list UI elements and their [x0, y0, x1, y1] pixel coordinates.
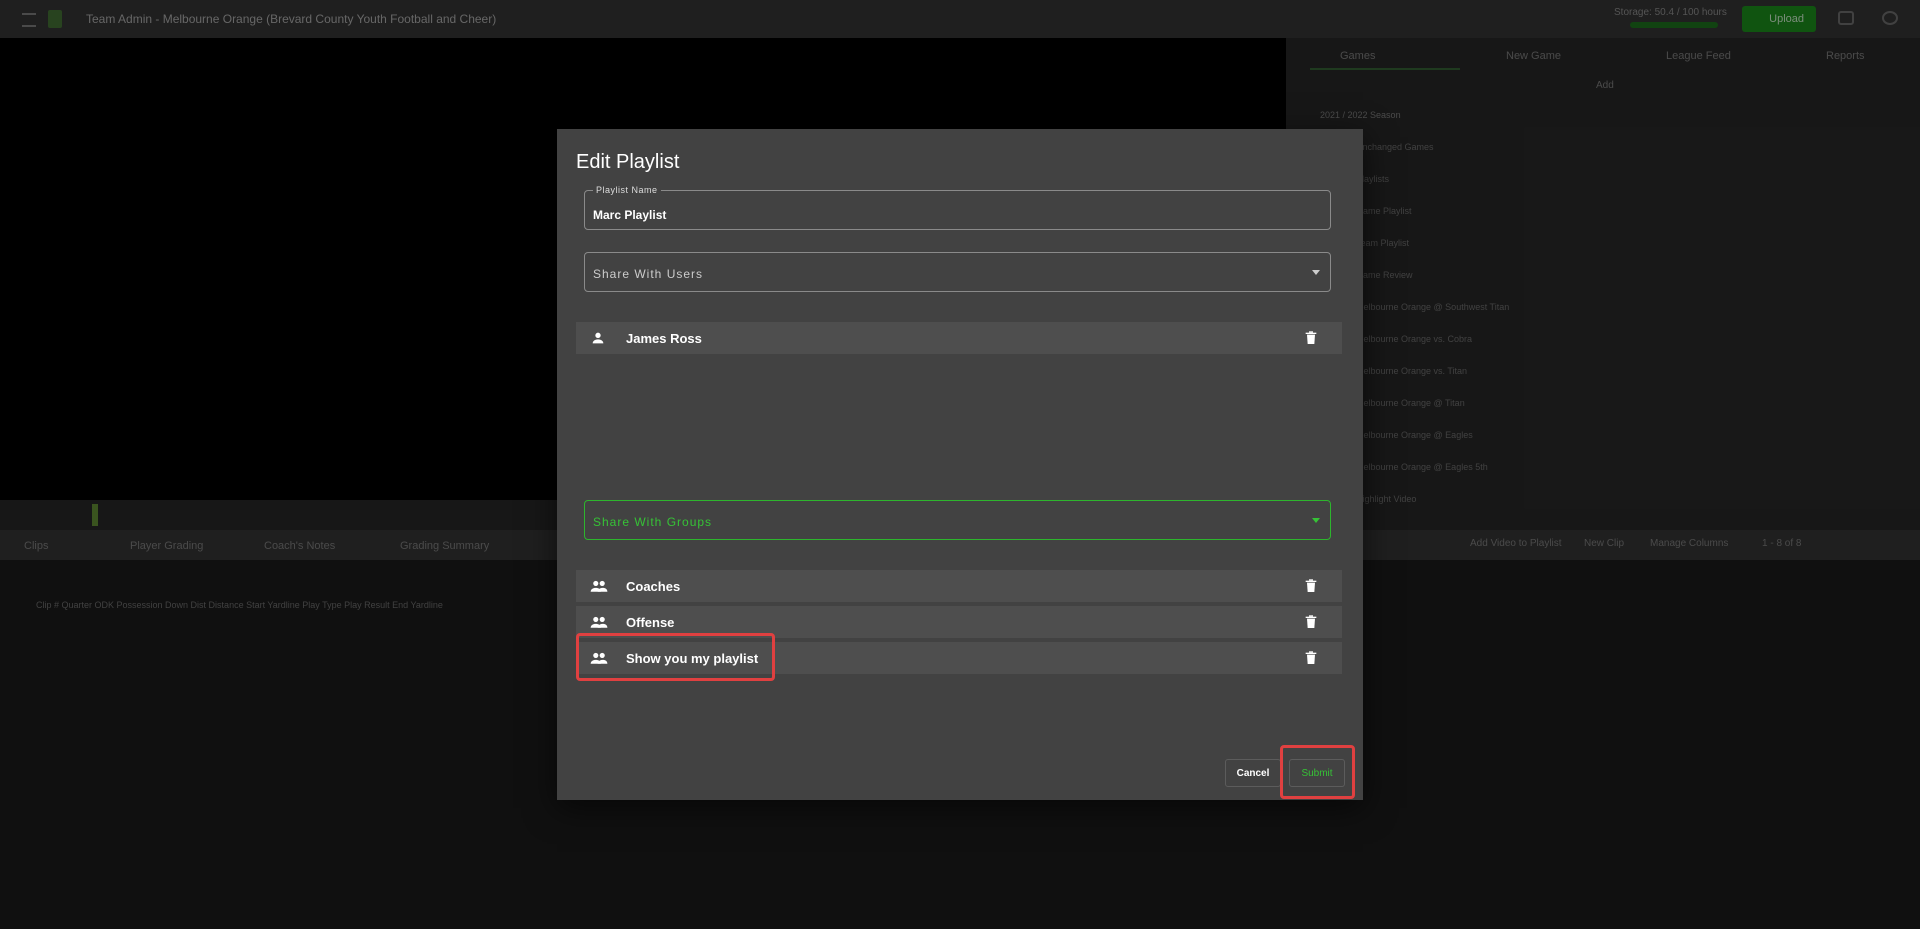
- playlist-name-label: Playlist Name: [593, 185, 661, 195]
- shared-user-item: James Ross: [576, 322, 1342, 354]
- playlist-name-field[interactable]: Playlist Name Marc Playlist: [584, 185, 1331, 230]
- shared-user-name: James Ross: [626, 331, 702, 346]
- delete-group-icon[interactable]: [1303, 649, 1319, 672]
- group-icon: [590, 614, 608, 635]
- share-with-users-select[interactable]: Share With Users: [584, 252, 1331, 292]
- share-with-groups-select[interactable]: Share With Groups: [584, 500, 1331, 540]
- person-icon: [590, 330, 606, 351]
- dialog-title: Edit Playlist: [576, 151, 680, 173]
- share-with-groups-placeholder: Share With Groups: [593, 515, 713, 529]
- highlight-box-submit: [1280, 745, 1355, 799]
- edit-playlist-dialog: Edit Playlist Playlist Name Marc Playlis…: [557, 129, 1363, 800]
- group-icon: [590, 578, 608, 599]
- chevron-down-icon: [1312, 518, 1320, 523]
- shared-group-name: Coaches: [626, 579, 681, 594]
- cancel-button[interactable]: Cancel: [1225, 759, 1281, 787]
- chevron-down-icon: [1312, 270, 1320, 275]
- delete-user-icon[interactable]: [1303, 329, 1319, 352]
- share-with-users-placeholder: Share With Users: [593, 267, 704, 281]
- delete-group-icon[interactable]: [1303, 577, 1319, 600]
- playlist-name-input[interactable]: Marc Playlist: [593, 208, 666, 222]
- delete-group-icon[interactable]: [1303, 613, 1319, 636]
- shared-group-name: Offense: [626, 615, 675, 630]
- highlight-box-group: [576, 633, 775, 681]
- shared-group-item: Coaches: [576, 570, 1342, 602]
